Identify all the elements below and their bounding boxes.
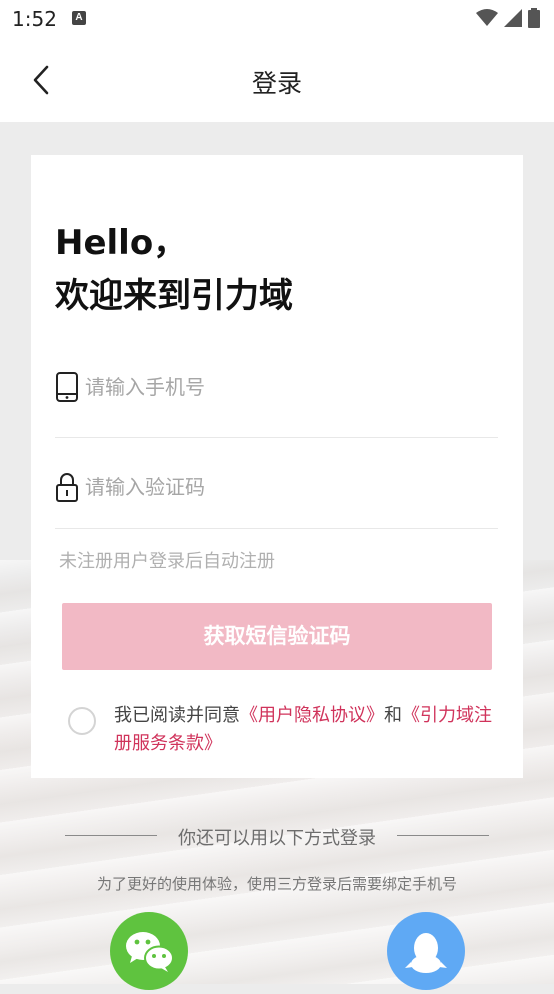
code-input[interactable] xyxy=(83,469,487,505)
login-card: Hello， 欢迎来到引力域 未注册用户登录后自动注册 获取短信验证码 我已阅读… xyxy=(31,155,523,778)
signal-icon xyxy=(504,9,522,27)
status-time: 1:52 xyxy=(12,7,57,31)
phone-field xyxy=(55,355,498,438)
greeting-line-2: 欢迎来到引力域 xyxy=(55,276,293,316)
wechat-icon xyxy=(126,932,174,972)
qq-icon xyxy=(405,933,447,973)
privacy-policy-link[interactable]: 《用户隐私协议》 xyxy=(240,705,384,726)
status-bar: 1:52 A xyxy=(0,0,554,40)
agreement-prefix: 我已阅读并同意 xyxy=(114,705,240,726)
wechat-login-button[interactable] xyxy=(110,912,188,990)
battery-icon xyxy=(528,8,540,28)
get-sms-code-button[interactable]: 获取短信验证码 xyxy=(62,603,492,670)
lock-icon xyxy=(56,473,78,502)
greeting-line-1: Hello， xyxy=(55,223,188,263)
qq-login-button[interactable] xyxy=(387,912,465,990)
alt-login-divider: 你还可以用以下方式登录 xyxy=(0,824,554,849)
register-hint: 未注册用户登录后自动注册 xyxy=(59,551,275,572)
divider-line-right xyxy=(397,835,489,836)
page-title: 登录 xyxy=(251,69,302,98)
phone-input[interactable] xyxy=(83,369,487,405)
agreement-conjunction: 和 xyxy=(384,705,402,726)
header: 登录 xyxy=(0,40,554,122)
wifi-icon xyxy=(476,9,498,26)
agreement-checkbox[interactable] xyxy=(68,707,96,735)
alt-login-note: 为了更好的使用体验，使用三方登录后需要绑定手机号 xyxy=(96,875,457,893)
status-icons xyxy=(476,8,540,28)
a-icon: A xyxy=(72,11,86,25)
agreement-text: 我已阅读并同意《用户隐私协议》和《引力域注册服务条款》 xyxy=(114,702,494,758)
code-field xyxy=(55,455,498,529)
alt-login-title: 你还可以用以下方式登录 xyxy=(178,828,376,849)
phone-icon xyxy=(56,372,78,402)
